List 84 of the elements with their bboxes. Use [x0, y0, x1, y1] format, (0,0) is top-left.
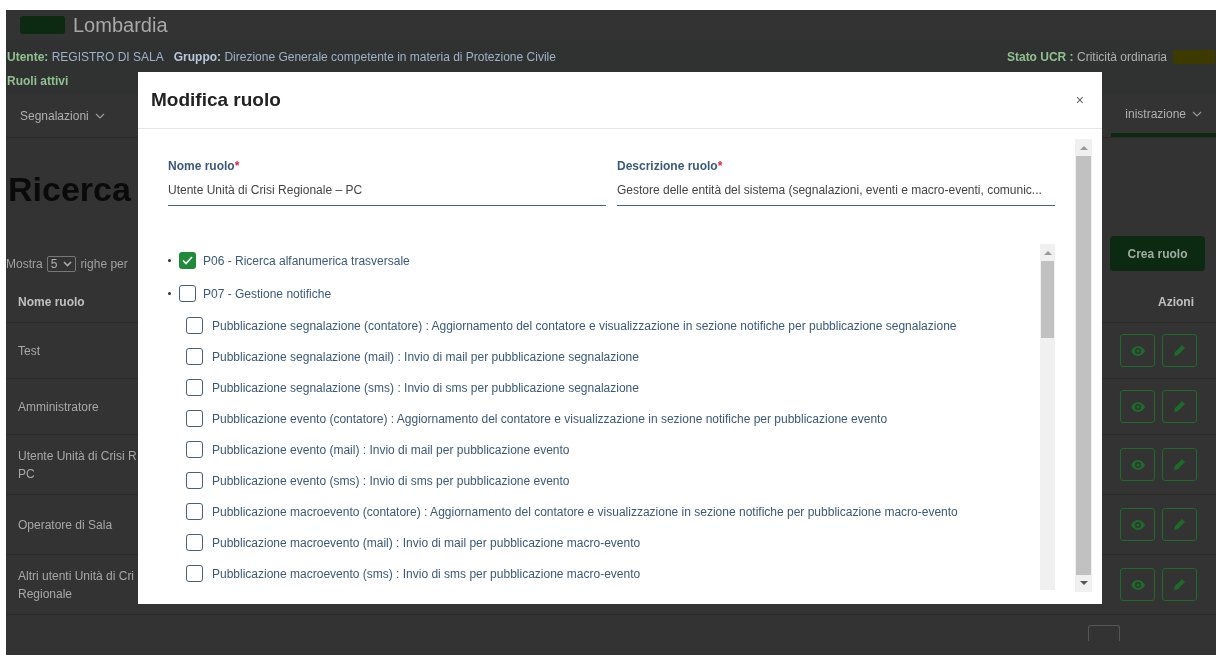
required-mark: *: [234, 159, 240, 173]
eye-icon: [1130, 579, 1145, 590]
nav-tab[interactable]: Segnalazioni: [6, 94, 119, 137]
chevron-down-icon: [94, 112, 105, 119]
pencil-icon: [1173, 344, 1186, 357]
view-button[interactable]: [1120, 390, 1155, 423]
edit-button[interactable]: [1162, 448, 1197, 481]
eye-icon: [1130, 519, 1145, 530]
checkbox[interactable]: [186, 534, 203, 551]
permission-label: Pubblicazione evento (contatore) : Aggiornamento del contatore e visualizzazione in sezione notifiche per pubblicazione evento: [212, 410, 888, 428]
checkbox[interactable]: [186, 565, 203, 582]
checkbox[interactable]: [186, 317, 203, 334]
column-header: Nome ruolo: [18, 293, 85, 311]
permission-label: Pubblicazione evento (mail) : Invio di mail per pubblicazione evento: [212, 441, 570, 459]
scroll-up-icon[interactable]: [1079, 145, 1088, 150]
pencil-icon: [1173, 400, 1186, 413]
checkbox[interactable]: [186, 472, 203, 489]
modal-title: Modifica ruolo: [151, 87, 281, 112]
bullet-icon: [168, 292, 171, 295]
permission-label: Pubblicazione macroevento (sms) : Invio di sms per pubblicazione macro-evento: [212, 565, 641, 583]
scrollbar[interactable]: [1040, 244, 1055, 590]
column-header: Azioni: [1158, 293, 1194, 311]
edit-button[interactable]: [1162, 508, 1197, 541]
show-label: Mostra: [6, 256, 43, 273]
scroll-down-icon[interactable]: [1079, 581, 1088, 586]
required-mark: *: [717, 159, 723, 173]
input-field[interactable]: Utente Unità di Crisi Regionale – PC: [168, 181, 606, 206]
permission-label: P07 - Gestione notifiche: [203, 285, 332, 303]
edit-button[interactable]: [1162, 334, 1197, 367]
chevron-down-icon: [63, 261, 73, 267]
view-button[interactable]: [1120, 568, 1155, 601]
field-label: Descrizione ruolo*: [617, 158, 724, 175]
input-field[interactable]: Gestore delle entità del sistema (segnalazioni, eventi e macro-eventi, comunic...: [617, 181, 1055, 206]
user-info: Utente: REGISTRO DI SALA: [7, 49, 164, 66]
chevron-down-icon: [1192, 110, 1202, 117]
table-cell-text: Altri utenti Unità di Cri Regionale: [18, 567, 136, 603]
edit-button[interactable]: [1162, 390, 1197, 423]
scroll-thumb[interactable]: [1076, 156, 1091, 575]
logo-icon: [20, 16, 65, 34]
permission-label: P06 - Ricerca alfanumerica trasversale: [203, 252, 410, 270]
view-button[interactable]: [1120, 334, 1155, 367]
pencil-icon: [1173, 518, 1186, 531]
permission-label: Pubblicazione segnalazione (contatore) : Aggiornamento del contatore e visualizzazione in sezione notifiche per pubblicazione segnalazione: [212, 317, 957, 335]
page-size-select[interactable]: 5: [46, 256, 77, 272]
eye-icon: [1130, 401, 1145, 412]
eye-icon: [1130, 459, 1145, 470]
checkbox[interactable]: [186, 348, 203, 365]
permission-label: Pubblicazione segnalazione (mail) : Invio di mail per pubblicazione segnalazione: [212, 348, 639, 366]
pagination-button[interactable]: [1088, 625, 1120, 641]
table-cell-text: Operatore di Sala: [18, 516, 114, 534]
close-button[interactable]: ×: [1075, 89, 1084, 111]
ucr-status: Stato UCR : Criticità ordinaria: [1006, 49, 1167, 66]
nav-tab[interactable]: inistrazione: [1111, 94, 1216, 137]
scroll-thumb[interactable]: [1041, 261, 1054, 338]
group-info: Gruppo: Direzione Generale competente in materia di Protezione Civile: [173, 49, 556, 66]
status-swatch: [1173, 50, 1215, 64]
pencil-icon: [1173, 578, 1186, 591]
bullet-icon: [168, 259, 171, 262]
checkbox[interactable]: [179, 252, 196, 269]
permission-label: Pubblicazione macroevento (mail) : Invio di mail per pubblicazione macro-evento: [212, 534, 641, 552]
create-role-button[interactable]: Crea ruolo: [1110, 236, 1205, 271]
field-label: Nome ruolo*: [168, 158, 241, 175]
scrollbar[interactable]: [1075, 139, 1092, 592]
permission-label: Pubblicazione macroevento (contatore) : Aggiornamento del contatore e visualizzazione in sezione notifiche per pubblicazione macro-evento: [212, 503, 958, 521]
scroll-up-icon[interactable]: [1043, 250, 1052, 255]
checkbox[interactable]: [179, 285, 196, 302]
edit-button[interactable]: [1162, 568, 1197, 601]
checkbox[interactable]: [186, 379, 203, 396]
logo-text: Lombardia: [73, 13, 168, 37]
roles-link[interactable]: Ruoli attivi: [7, 74, 69, 88]
eye-icon: [1130, 345, 1145, 356]
pencil-icon: [1173, 458, 1186, 471]
permission-label: Pubblicazione evento (sms) : Invio di sms per pubblicazione evento: [212, 472, 570, 490]
view-button[interactable]: [1120, 448, 1155, 481]
per-page-label: righe per: [80, 256, 128, 273]
permission-label: Pubblicazione segnalazione (sms) : Invio di sms per pubblicazione segnalazione: [212, 379, 639, 397]
table-cell-text: Amministratore: [18, 398, 100, 416]
check-icon: [182, 256, 193, 265]
table-cell-text: Utente Unità di Crisi R PC: [18, 447, 138, 483]
checkbox[interactable]: [186, 441, 203, 458]
checkbox[interactable]: [186, 410, 203, 427]
checkbox[interactable]: [186, 503, 203, 520]
table-cell-text: Test: [18, 342, 41, 360]
view-button[interactable]: [1120, 508, 1155, 541]
